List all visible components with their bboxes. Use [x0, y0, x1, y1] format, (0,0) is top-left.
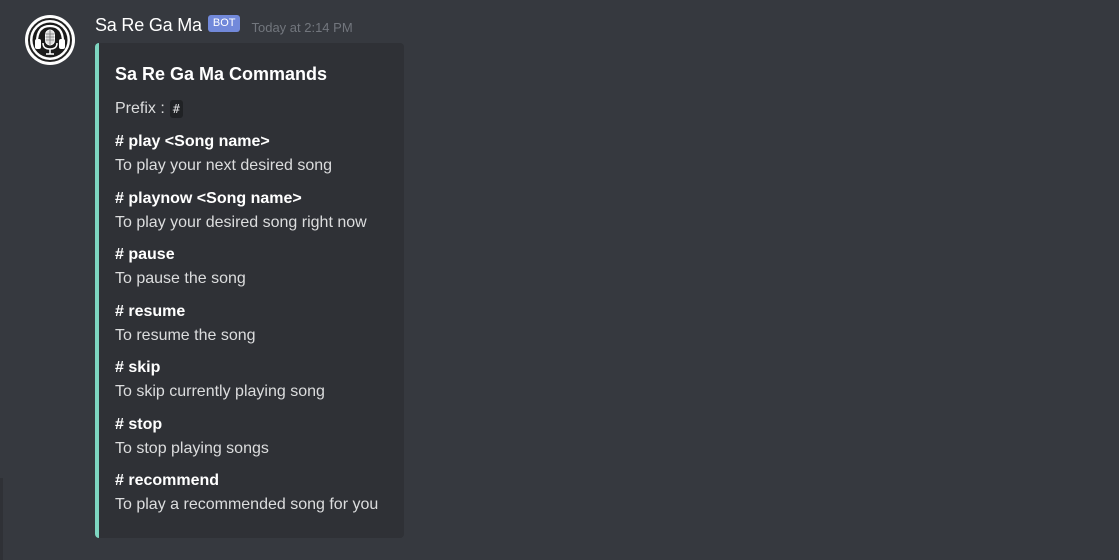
bot-avatar[interactable] — [25, 15, 75, 65]
embed-field-recommend: # recommend To play a recommended song f… — [115, 471, 378, 515]
field-name: # playnow <Song name> — [115, 190, 302, 207]
field-name: # pause — [115, 246, 175, 263]
username[interactable]: Sa Re Ga Ma — [95, 15, 202, 36]
commands-embed: Sa Re Ga Ma Commands Prefix : # # play <… — [95, 43, 404, 538]
embed-title: Sa Re Ga Ma Commands — [115, 64, 328, 84]
embed-prefix: Prefix : # — [115, 100, 184, 118]
field-name: # resume — [115, 303, 186, 320]
field-value: To resume the song — [115, 327, 256, 344]
embed-field-resume: # resume To resume the song — [115, 302, 256, 346]
embed-field-playnow: # playnow <Song name> To play your desir… — [115, 189, 367, 233]
embed-field-play: # play <Song name> To play your next des… — [115, 132, 332, 176]
left-edge-divider — [0, 478, 3, 560]
bot-badge: BOT — [207, 14, 241, 32]
embed-field-skip: # skip To skip currently playing song — [115, 358, 325, 402]
timestamp: Today at 2:14 PM — [251, 19, 353, 35]
message-header: Sa Re Ga Ma BOT Today at 2:14 PM — [95, 12, 353, 38]
prefix-code: # — [169, 100, 184, 118]
field-value: To play your desired song right now — [115, 214, 367, 231]
chat-message: Sa Re Ga Ma BOT Today at 2:14 PM Sa Re G… — [0, 0, 1119, 560]
field-value: To play your next desired song — [115, 157, 333, 174]
field-value: To pause the song — [115, 270, 246, 287]
field-name: # recommend — [115, 472, 220, 489]
field-value: To skip currently playing song — [115, 383, 325, 400]
headphones-microphone-icon — [26, 16, 74, 64]
embed-field-pause: # pause To pause the song — [115, 245, 246, 289]
embed-field-stop: # stop To stop playing songs — [115, 415, 269, 459]
prefix-label: Prefix : — [115, 100, 165, 117]
field-value: To stop playing songs — [115, 440, 269, 457]
field-name: # skip — [115, 359, 161, 376]
field-name: # play <Song name> — [115, 133, 270, 150]
field-name: # stop — [115, 416, 163, 433]
field-value: To play a recommended song for you — [115, 496, 379, 513]
